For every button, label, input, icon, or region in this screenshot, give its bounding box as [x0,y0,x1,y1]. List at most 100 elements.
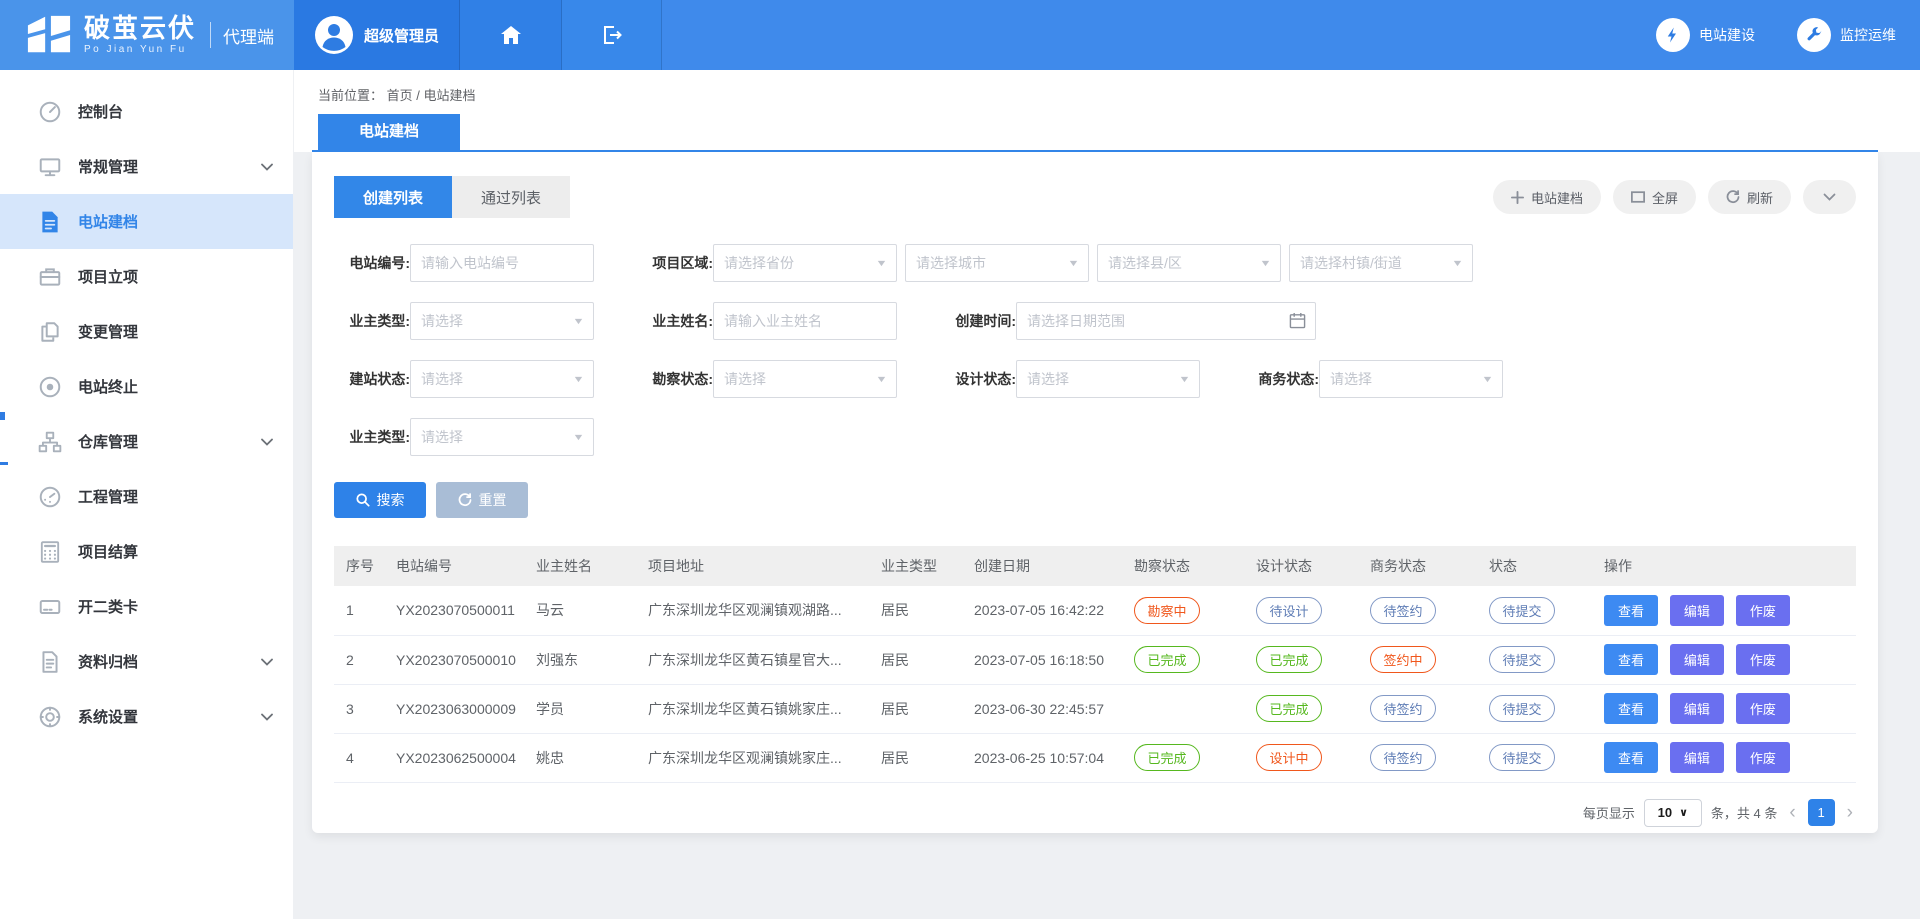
status-badge: 签约中 [1370,646,1436,673]
page-tab-station-archive[interactable]: 电站建档 [318,114,460,150]
status-badge: 勘察中 [1134,597,1200,624]
gauge-icon [38,485,62,509]
tab-passed-list[interactable]: 通过列表 [452,176,570,218]
sidebar-item-warehouse-mgmt[interactable]: 仓库管理 [0,414,293,469]
edit-button[interactable]: 编辑 [1670,644,1724,675]
chevron-down-icon: ∨ [1679,806,1688,819]
col-index: 序号 [334,546,384,586]
county-select[interactable]: 请选择县/区 ▼ [1097,244,1281,282]
cell-created: 2023-07-05 16:18:50 [962,635,1122,684]
reset-button[interactable]: 重置 [436,482,528,518]
filter-row-4: 业主类型: 请选择 ▼ [334,418,1856,456]
cell-station-code: YX2023063000009 [384,684,524,733]
edit-button[interactable]: 编辑 [1670,742,1724,773]
settings-icon [38,705,62,729]
sidebar-item-open-type2-card[interactable]: 开二类卡 [0,579,293,634]
cell-created: 2023-07-05 16:42:22 [962,586,1122,635]
status-badge: 已完成 [1256,695,1322,722]
filter-row-3: 建站状态: 请选择 ▼ 勘察状态: 请选择 ▼ 设计状态: [334,360,1856,398]
sidebar: 控制台 常规管理 电站建档 项目立项 变更管理 电站终止 [0,70,294,919]
view-button[interactable]: 查看 [1604,742,1658,773]
sidebar-item-station-termination[interactable]: 电站终止 [0,359,293,414]
wrench-icon [1797,18,1831,52]
user-menu[interactable]: 超级管理员 [294,0,460,70]
prev-page-icon[interactable]: ‹ [1786,803,1798,822]
page-number[interactable]: 1 [1808,799,1835,826]
province-select[interactable]: 请选择省份 ▼ [713,244,897,282]
tab-create-list[interactable]: 创建列表 [334,176,452,218]
lightning-icon [1656,18,1690,52]
edit-button[interactable]: 编辑 [1670,595,1724,626]
sidebar-item-station-archive[interactable]: 电站建档 [0,194,293,249]
sidebar-item-change-mgmt[interactable]: 变更管理 [0,304,293,359]
filter-owner-name: 业主姓名: [637,302,940,340]
select-caret-icon: ▼ [1178,374,1190,384]
col-status: 状态 [1477,546,1592,586]
owner-type-select[interactable]: 请选择 ▼ [410,302,594,340]
quick-link-monitor-ops[interactable]: 监控运维 [1797,18,1896,52]
sidebar-item-general-mgmt[interactable]: 常规管理 [0,139,293,194]
owner-type2-select[interactable]: 请选择 ▼ [410,418,594,456]
logo: 破茧云伏 Po Jian Yun Fu 代理端 [0,0,294,70]
search-button[interactable]: 搜索 [334,482,426,518]
next-page-icon[interactable]: › [1844,803,1856,822]
chevron-down-icon [261,163,273,171]
void-button[interactable]: 作废 [1736,742,1790,773]
build-status-select[interactable]: 请选择 ▼ [410,360,594,398]
logout-icon [601,25,623,45]
add-station-button[interactable]: 电站建档 [1493,180,1601,214]
sitemap-icon [38,430,62,454]
void-button[interactable]: 作废 [1736,595,1790,626]
sidebar-item-project-initiation[interactable]: 项目立项 [0,249,293,304]
view-button[interactable]: 查看 [1604,693,1658,724]
town-select[interactable]: 请选择村镇/街道 ▼ [1289,244,1473,282]
cell-station-code: YX2023070500010 [384,635,524,684]
void-button[interactable]: 作废 [1736,693,1790,724]
sidebar-item-engineering-mgmt[interactable]: 工程管理 [0,469,293,524]
business-status-select[interactable]: 请选择 ▼ [1319,360,1503,398]
copy-icon [38,320,62,344]
cell-index: 2 [334,635,384,684]
survey-status-select[interactable]: 请选择 ▼ [713,360,897,398]
view-button[interactable]: 查看 [1604,644,1658,675]
cell-owner-name: 刘强东 [524,635,636,684]
status-badge: 已完成 [1134,744,1200,771]
filter-station-code: 电站编号: [334,244,637,282]
station-code-input[interactable] [410,244,594,282]
date-range-field [1016,302,1316,340]
filter-owner-type-2: 业主类型: 请选择 ▼ [334,418,637,456]
date-range-input[interactable] [1016,302,1316,340]
edit-button[interactable]: 编辑 [1670,693,1724,724]
sidebar-item-data-archive[interactable]: 资料归档 [0,634,293,689]
fullscreen-button[interactable]: 全屏 [1613,180,1696,214]
breadcrumb-home-link[interactable]: 首页 [387,88,413,103]
quick-link-station-build[interactable]: 电站建设 [1656,18,1755,52]
table-row: 1 YX2023070500011 马云 广东深圳龙华区观澜镇观湖路... 居民… [334,586,1856,635]
cell-address: 广东深圳龙华区观澜镇姚家庄... [636,733,869,782]
content-card: 创建列表 通过列表 电站建档 全屏 刷新 [312,152,1878,833]
select-caret-icon: ▼ [572,374,584,384]
status-badge: 设计中 [1256,744,1322,771]
sidebar-item-console[interactable]: 控制台 [0,84,293,139]
status-badge: 待签约 [1370,695,1436,722]
design-status-select[interactable]: 请选择 ▼ [1016,360,1200,398]
calendar-icon[interactable] [1289,312,1306,329]
city-select[interactable]: 请选择城市 ▼ [905,244,1089,282]
void-button[interactable]: 作废 [1736,644,1790,675]
owner-name-input[interactable] [713,302,897,340]
view-button[interactable]: 查看 [1604,595,1658,626]
breadcrumb-current: 电站建档 [424,88,476,103]
sidebar-item-system-settings[interactable]: 系统设置 [0,689,293,744]
logo-title: 破茧云伏 [84,15,196,41]
main-content: 当前位置： 首页 / 电站建档 电站建档 创建列表 通过列表 电站建档 全 [294,70,1920,919]
cell-station-code: YX2023062500004 [384,733,524,782]
logout-button[interactable] [562,0,662,70]
per-page-select[interactable]: 10 ∨ [1644,799,1702,827]
collapse-toggle-button[interactable] [1803,180,1856,214]
filter-design-status: 设计状态: 请选择 ▼ [940,360,1243,398]
status-badge: 待提交 [1489,695,1555,722]
refresh-button[interactable]: 刷新 [1708,180,1791,214]
sidebar-item-project-settlement[interactable]: 项目结算 [0,524,293,579]
home-button[interactable] [460,0,562,70]
filter-survey-status: 勘察状态: 请选择 ▼ [637,360,940,398]
